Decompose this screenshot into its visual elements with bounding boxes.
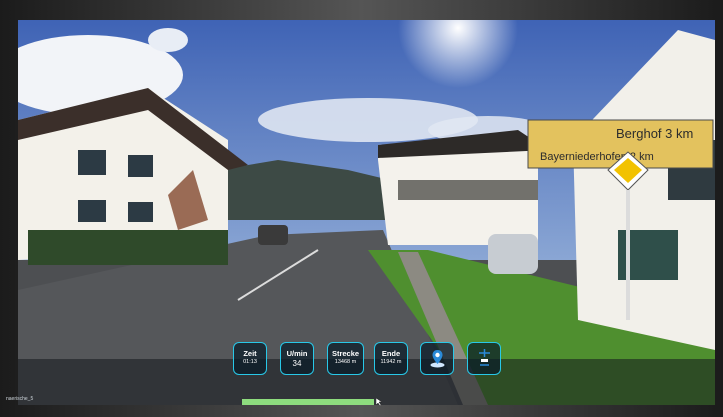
time-label: Zeit [243, 349, 257, 358]
route-name: naerische_5 [6, 396, 34, 402]
sign-line1: Berghof 3 km [616, 126, 693, 141]
bike-settings-button[interactable] [467, 342, 501, 375]
bike-settings-icon [478, 349, 490, 366]
street-scene: Berghof 3 km Bayerniederhofen 2 km [18, 20, 715, 405]
mouse-cursor-icon [376, 398, 382, 406]
cadence-label: U/min [286, 349, 308, 358]
distance-tile[interactable]: Strecke 13468 m [327, 342, 364, 375]
app-frame: Berghof 3 km Bayerniederhofen 2 km Zeit … [0, 0, 723, 417]
video-view: Berghof 3 km Bayerniederhofen 2 km [18, 20, 715, 405]
end-value: 11942 m [380, 359, 402, 365]
cadence-tile[interactable]: U/min 34 [280, 342, 314, 375]
cadence-value: 34 [292, 359, 302, 368]
map-pin-icon [430, 350, 444, 368]
end-label: Ende [381, 349, 401, 358]
time-value: 01:13 [243, 359, 257, 365]
end-tile[interactable]: Ende 11942 m [374, 342, 408, 375]
distance-value: 13468 m [334, 359, 357, 365]
route-progress-bar [242, 399, 374, 405]
map-pin-button[interactable] [420, 342, 454, 375]
time-tile[interactable]: Zeit 01:13 [233, 342, 267, 375]
distance-label: Strecke [331, 349, 360, 358]
